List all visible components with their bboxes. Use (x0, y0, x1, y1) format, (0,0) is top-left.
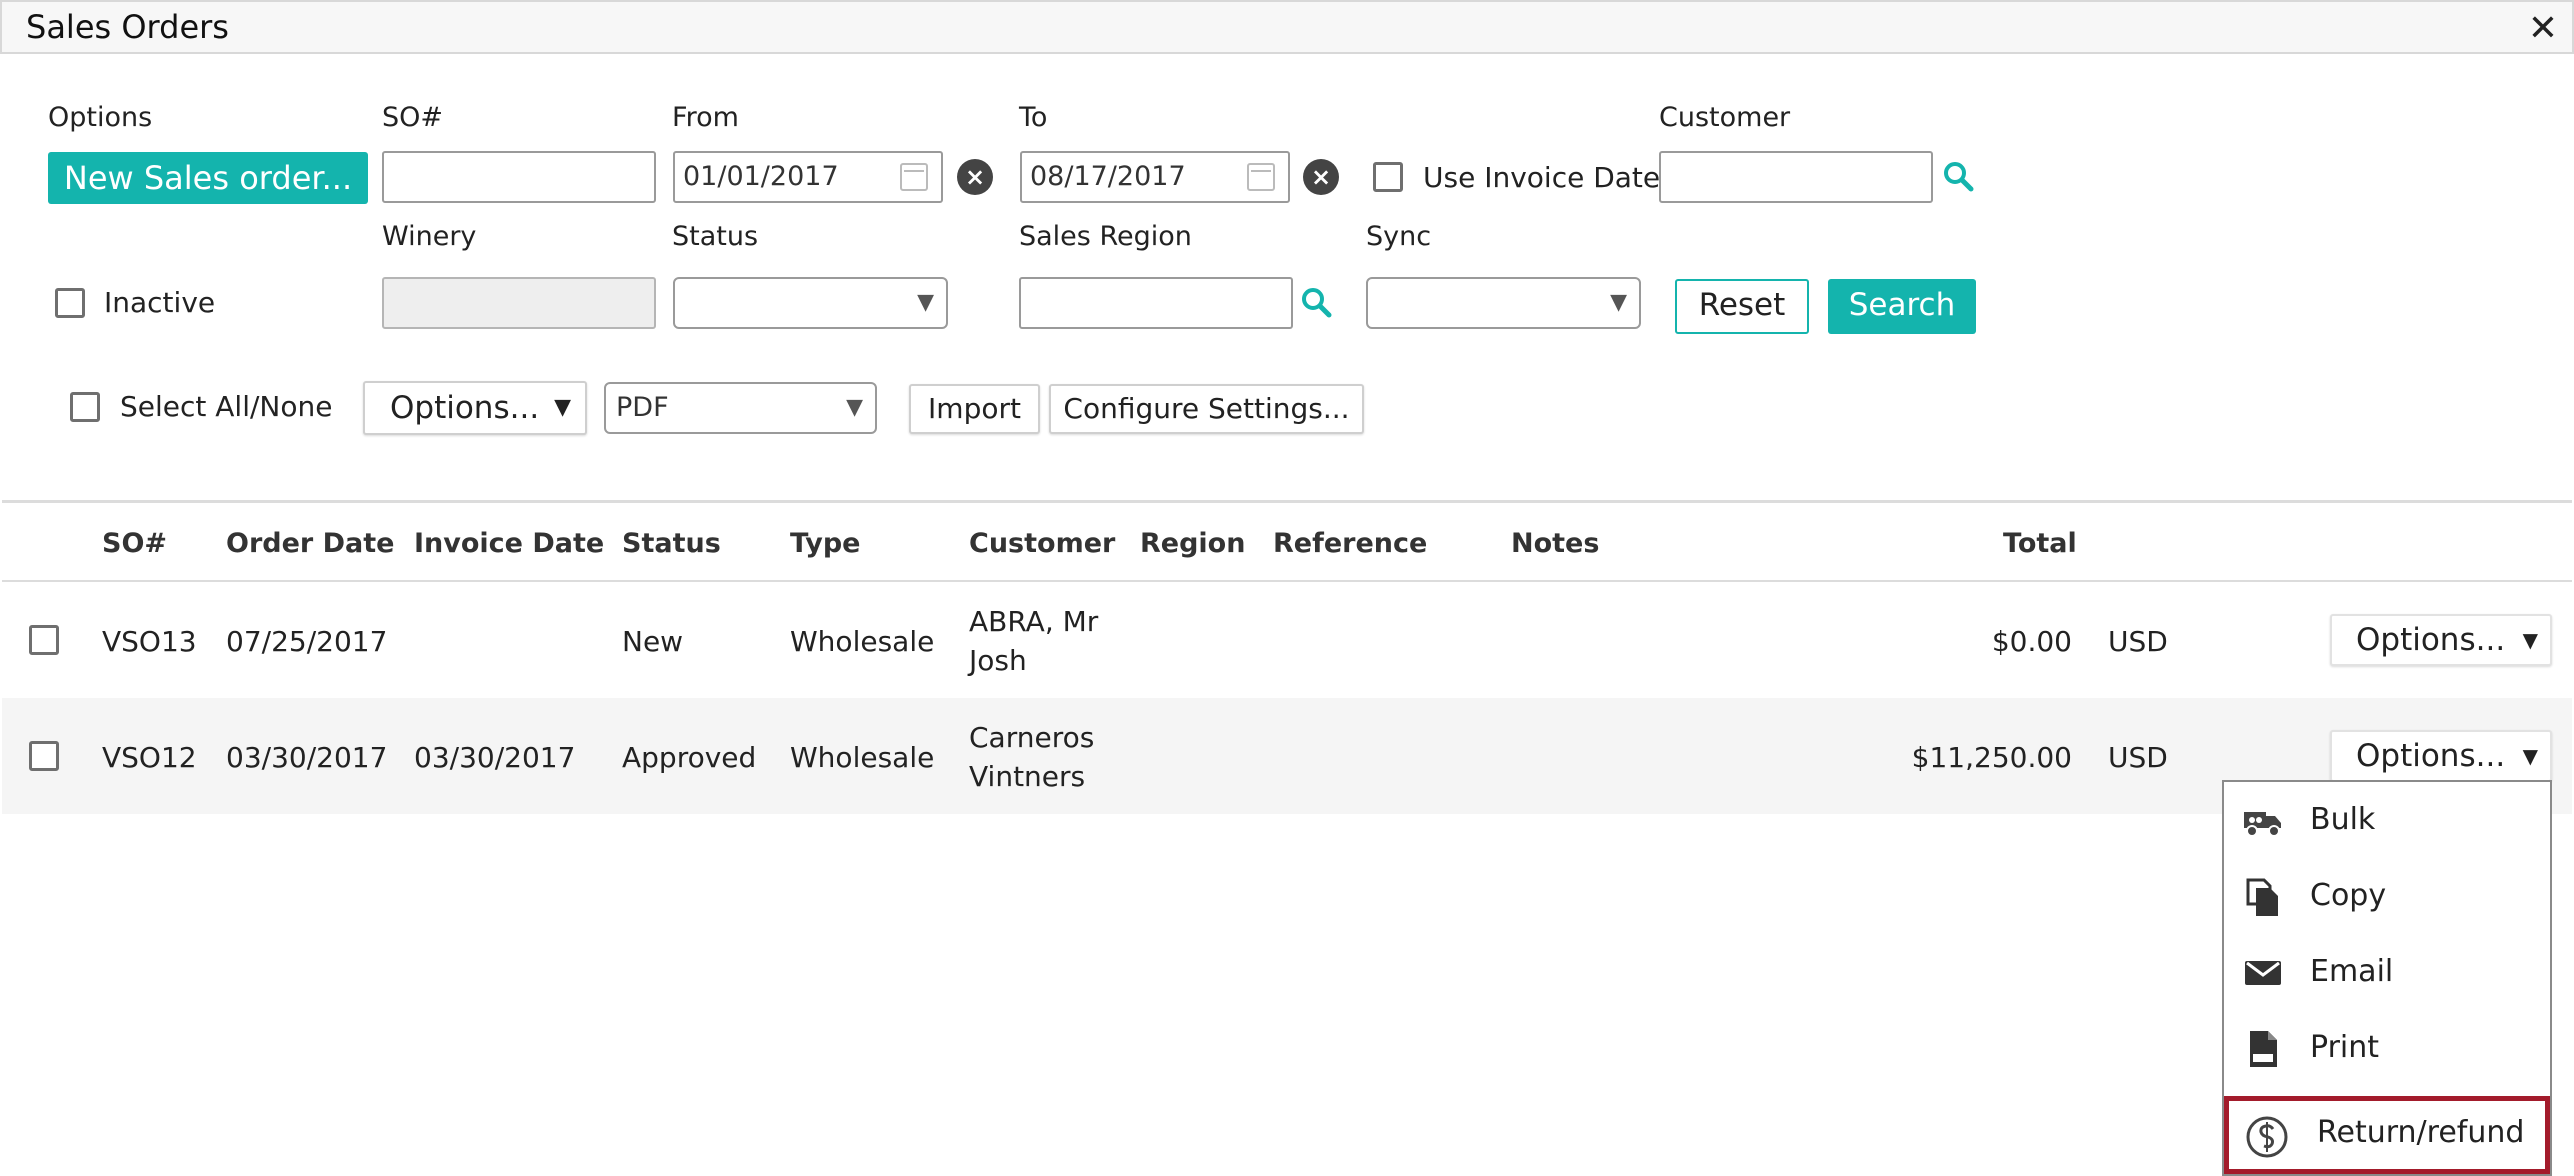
search-icon[interactable] (1300, 286, 1332, 318)
header-invoice-date: Invoice Date (414, 528, 605, 559)
customer-input[interactable] (1659, 151, 1933, 203)
menu-item-return-refund[interactable]: Return/refund (2224, 1096, 2550, 1174)
header-reference: Reference (1273, 528, 1428, 559)
window-title: Sales Orders (26, 8, 229, 46)
header-status: Status (622, 528, 721, 559)
customer-label: Customer (1659, 102, 1791, 133)
clear-from-date-icon[interactable]: × (957, 159, 993, 195)
options-label: Options (48, 102, 153, 133)
reset-button[interactable]: Reset (1675, 279, 1809, 334)
row-checkbox[interactable] (29, 741, 59, 771)
inactive-label: Inactive (104, 286, 216, 319)
sync-select[interactable]: ▼ (1366, 277, 1641, 329)
cell-order-date: 03/30/2017 (226, 741, 388, 774)
status-select[interactable]: ▼ (673, 277, 948, 329)
row-options-label: Options... (2356, 738, 2506, 774)
menu-item-label: Return/refund (2317, 1115, 2525, 1150)
header-total: Total (2003, 528, 2077, 559)
cell-invoice-date: 03/30/2017 (414, 741, 576, 774)
format-select[interactable]: PDF ▼ (604, 382, 877, 434)
select-all-checkbox[interactable] (70, 392, 100, 422)
sales-region-label: Sales Region (1019, 221, 1192, 252)
table-row (2, 698, 2572, 814)
row-checkbox[interactable] (29, 625, 59, 655)
cell-so[interactable]: VSO13 (102, 625, 197, 658)
use-invoice-date-label: Use Invoice Date (1423, 161, 1661, 194)
header-customer: Customer (969, 528, 1116, 559)
header-region: Region (1140, 528, 1246, 559)
menu-item-bulk[interactable]: Bulk (2224, 782, 2550, 858)
cell-customer-line2: Vintners (969, 760, 1086, 793)
menu-item-email[interactable]: Email (2224, 934, 2550, 1010)
dropdown-arrow-icon: ▼ (1610, 290, 1627, 315)
cell-total: $11,250.00 (1911, 741, 2072, 774)
section-divider (2, 500, 2572, 503)
calendar-icon[interactable] (1247, 163, 1275, 191)
so-input[interactable] (382, 151, 656, 203)
use-invoice-date-checkbox[interactable] (1373, 162, 1403, 192)
menu-item-label: Bulk (2310, 802, 2376, 837)
to-date-value: 08/17/2017 (1030, 161, 1186, 192)
cell-currency: USD (2108, 741, 2168, 774)
from-date-value: 01/01/2017 (683, 161, 839, 192)
to-label: To (1019, 102, 1048, 133)
configure-settings-button[interactable]: Configure Settings... (1049, 384, 1364, 434)
from-label: From (672, 102, 739, 133)
caret-down-icon: ▼ (2522, 744, 2538, 768)
row-options-button[interactable]: Options... ▼ (2330, 614, 2552, 666)
cell-type: Wholesale (790, 625, 935, 658)
header-so: SO# (102, 528, 168, 559)
cell-customer-line2: Josh (969, 644, 1027, 677)
close-icon[interactable]: ✕ (2528, 8, 2558, 49)
caret-down-icon: ▼ (2522, 628, 2538, 652)
inactive-checkbox[interactable] (55, 288, 85, 318)
import-button[interactable]: Import (909, 384, 1040, 434)
header-order-date: Order Date (226, 528, 395, 559)
search-button[interactable]: Search (1828, 279, 1976, 334)
cell-status: New (622, 625, 684, 658)
menu-item-label: Copy (2310, 878, 2387, 913)
menu-item-copy[interactable]: Copy (2224, 858, 2550, 934)
cell-customer-line1: Carneros (969, 721, 1095, 754)
pdf-file-icon (2250, 1031, 2277, 1067)
refund-dollar-icon (2246, 1116, 2288, 1158)
row-options-menu: Bulk Copy Email Print Return/refund (2222, 780, 2552, 1176)
so-label: SO# (382, 102, 444, 133)
sales-region-input[interactable] (1019, 277, 1293, 329)
row-options-label: Options... (2356, 622, 2506, 658)
bulk-options-button[interactable]: Options... ▼ (363, 381, 587, 435)
clear-to-date-icon[interactable]: × (1303, 159, 1339, 195)
table-row (2, 582, 2572, 698)
format-select-value: PDF (616, 392, 669, 423)
menu-item-label: Email (2310, 954, 2394, 989)
cell-so[interactable]: VSO12 (102, 741, 197, 774)
dropdown-arrow-icon: ▼ (917, 290, 934, 315)
cell-status: Approved (622, 741, 757, 774)
select-all-label: Select All/None (120, 390, 333, 423)
status-label: Status (672, 221, 759, 252)
cell-total: $0.00 (1991, 625, 2072, 658)
winery-input (382, 277, 656, 329)
winery-label: Winery (382, 221, 477, 252)
dropdown-arrow-icon: ▼ (846, 395, 863, 420)
header-notes: Notes (1511, 528, 1600, 559)
calendar-icon[interactable] (900, 163, 928, 191)
cell-customer-line1: ABRA, Mr (969, 605, 1099, 638)
sync-label: Sync (1366, 221, 1432, 252)
cell-order-date: 07/25/2017 (226, 625, 388, 658)
cell-currency: USD (2108, 625, 2168, 658)
envelope-icon (2245, 961, 2281, 985)
row-options-button[interactable]: Options... ▼ (2330, 730, 2552, 782)
header-type: Type (790, 528, 861, 559)
bulk-options-label: Options... (390, 390, 540, 426)
new-sales-order-button[interactable]: New Sales order... (48, 152, 368, 204)
menu-item-print[interactable]: Print (2224, 1010, 2550, 1086)
copy-icon (2246, 878, 2278, 916)
cell-type: Wholesale (790, 741, 935, 774)
truck-icon (2244, 812, 2281, 837)
menu-item-label: Print (2310, 1030, 2380, 1065)
caret-down-icon: ▼ (554, 395, 571, 420)
search-icon[interactable] (1942, 160, 1974, 192)
title-bar: Sales Orders ✕ (0, 0, 2574, 54)
